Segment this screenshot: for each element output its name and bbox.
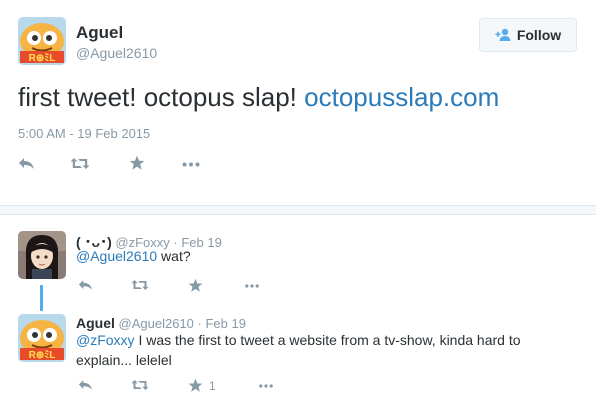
favorite-button[interactable]: 1 — [188, 378, 216, 393]
avatar[interactable] — [18, 231, 66, 279]
author-name[interactable]: Aguel — [76, 315, 115, 331]
reply-button[interactable] — [18, 157, 35, 170]
add-user-icon — [495, 28, 511, 41]
retweet-icon — [70, 158, 90, 169]
main-tweet: R⊕ﾐL Aguel @Aguel2610 Follow first tweet… — [0, 0, 596, 205]
reply-icon — [78, 380, 93, 390]
reply-text: @zFoxxy I was the first to tweet a websi… — [76, 330, 546, 370]
tweet-link[interactable]: octopusslap.com — [304, 82, 499, 112]
reply-icon — [78, 280, 93, 290]
reply-text-body: wat? — [157, 248, 191, 264]
retweet-button[interactable] — [131, 379, 149, 391]
avatar[interactable]: R⊕ﾐL — [18, 314, 66, 362]
author-handle[interactable]: @Aguel2610 — [119, 316, 194, 331]
thread-connector — [40, 285, 43, 311]
tweet-timestamp[interactable]: 5:00 AM - 19 Feb 2015 — [18, 126, 150, 141]
favorite-icon — [188, 278, 203, 292]
reply-date[interactable]: · Feb 19 — [198, 316, 246, 331]
retweet-icon — [131, 280, 149, 290]
more-icon — [259, 384, 273, 388]
mention-link[interactable]: @Aguel2610 — [76, 248, 157, 264]
avatar-image-icon: R⊕ﾐL — [18, 17, 66, 65]
favorite-button[interactable] — [188, 278, 203, 293]
reply-button[interactable] — [78, 279, 93, 291]
avatar-image-icon: R⊕ﾐL — [18, 314, 66, 362]
reply-header: Aguel @Aguel2610 · Feb 19 — [76, 315, 246, 331]
more-button[interactable] — [182, 162, 200, 167]
favorite-count: 1 — [209, 378, 216, 393]
reply-actions — [76, 278, 276, 294]
follow-button[interactable]: Follow — [479, 18, 577, 52]
more-button[interactable] — [244, 284, 260, 288]
retweet-button[interactable] — [70, 157, 90, 170]
more-icon — [182, 162, 200, 167]
reply-text-body: I was the first to tweet a website from … — [76, 332, 521, 368]
more-button[interactable] — [258, 384, 274, 388]
tweet-text: first tweet! octopus slap! octopusslap.c… — [18, 82, 499, 113]
favorite-button[interactable] — [129, 155, 145, 171]
retweet-icon — [131, 380, 149, 390]
tweet-text-body: first tweet! octopus slap! — [18, 82, 305, 112]
favorite-icon — [129, 155, 145, 170]
favorite-icon — [188, 378, 203, 392]
follow-label: Follow — [516, 27, 562, 43]
avatar[interactable]: R⊕ﾐL — [18, 17, 66, 65]
reply-button[interactable] — [78, 379, 93, 391]
retweet-button[interactable] — [131, 279, 149, 291]
avatar-image-icon — [18, 231, 66, 279]
author-name[interactable]: Aguel — [76, 23, 123, 43]
author-handle[interactable]: @Aguel2610 — [76, 45, 157, 61]
svg-text:R⊕ﾐL: R⊕ﾐL — [29, 349, 56, 361]
conversation-divider — [0, 205, 596, 215]
reply-actions: 1 — [76, 378, 296, 394]
reply-icon — [19, 158, 34, 169]
more-icon — [245, 284, 259, 288]
mention-link[interactable]: @zFoxxy — [76, 332, 135, 348]
reply-text: @Aguel2610 wat? — [76, 246, 546, 266]
svg-text:R⊕ﾐL: R⊕ﾐL — [29, 52, 56, 64]
